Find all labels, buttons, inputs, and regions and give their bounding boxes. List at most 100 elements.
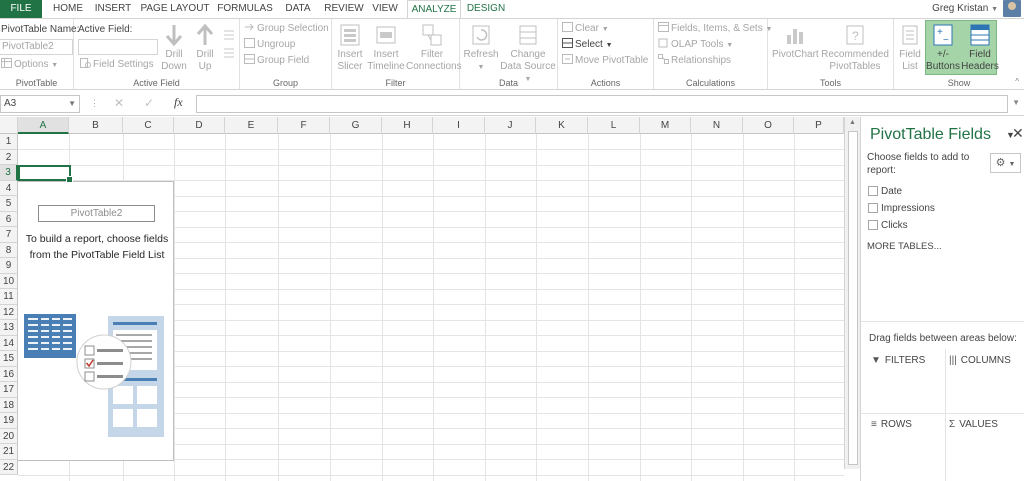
pivottable-name-input[interactable]: PivotTable2 [0,39,73,55]
select-button[interactable]: Select ▼ [562,38,613,53]
selected-cell-a3[interactable] [18,165,73,183]
column-header[interactable]: C [123,117,174,134]
tab-formulas[interactable]: FORMULAS [214,0,276,18]
row-header[interactable]: 18 [0,397,18,413]
field-clicks[interactable]: Clicks [868,219,908,232]
columns-area[interactable]: ||| COLUMNS [949,355,1011,366]
row-header[interactable]: 1 [0,134,18,150]
row-header[interactable]: 14 [0,335,18,351]
olap-tools-button[interactable]: OLAP Tools ▼ [658,38,733,53]
formula-input[interactable] [196,95,1008,113]
drill-down-button[interactable]: Drill Down [159,23,189,73]
column-header[interactable]: E [225,117,278,134]
column-header[interactable]: P [794,117,844,134]
column-header[interactable]: F [278,117,330,134]
field-checkbox[interactable] [868,220,878,230]
expand-field-icon[interactable] [222,29,236,44]
column-header[interactable]: G [330,117,382,134]
expand-formula-bar-icon[interactable]: ▼ [1012,98,1020,107]
column-header[interactable]: D [174,117,225,134]
tab-analyze[interactable]: ANALYZE [407,0,461,18]
name-box-chevron-icon[interactable]: ▼ [68,96,76,112]
row-header[interactable]: 19 [0,413,18,429]
change-data-source-button[interactable]: Change Data Source ▼ [500,23,556,86]
row-header[interactable]: 17 [0,382,18,398]
insert-timeline-button[interactable]: Insert Timeline [366,23,406,73]
ungroup-button[interactable]: Ungroup [244,38,295,52]
tab-home[interactable]: HOME [47,0,89,18]
column-header[interactable]: I [433,117,485,134]
name-box[interactable]: A3 ▼ [0,95,80,113]
drill-up-button[interactable]: Drill Up [191,23,219,73]
rows-area[interactable]: ≡ ROWS [871,419,912,430]
clear-button[interactable]: Clear ▼ [562,22,609,37]
row-header[interactable]: 4 [0,180,18,196]
column-header[interactable]: J [485,117,536,134]
row-header[interactable]: 20 [0,428,18,444]
avatar[interactable] [1003,0,1021,17]
values-area[interactable]: Σ VALUES [949,419,998,430]
fields-items-sets-button[interactable]: Fields, Items, & Sets ▼ [658,22,772,37]
tab-view[interactable]: VIEW [368,0,402,18]
row-header[interactable]: 21 [0,444,18,460]
tab-data[interactable]: DATA [280,0,316,18]
pane-divider[interactable] [861,321,1024,322]
field-settings-button[interactable]: Field Settings [80,58,154,72]
collapse-field-icon[interactable] [222,47,236,62]
field-impressions[interactable]: Impressions [868,202,935,215]
column-header[interactable]: L [588,117,640,134]
row-header[interactable]: 13 [0,320,18,336]
recommended-pivottables-button[interactable]: ? Recommended PivotTables [818,23,892,73]
row-header[interactable]: 7 [0,227,18,243]
row-header[interactable]: 5 [0,196,18,212]
column-header[interactable]: N [691,117,743,134]
move-pivottable-button[interactable]: Move PivotTable [562,54,648,68]
row-header[interactable]: 3 [0,165,18,181]
collapse-ribbon-icon[interactable]: ^ [1015,77,1019,86]
more-tables-link[interactable]: MORE TABLES... [867,241,942,252]
column-header[interactable]: M [640,117,691,134]
column-header[interactable]: O [743,117,794,134]
gear-icon[interactable]: ⚙ ▼ [990,153,1021,173]
relationships-button[interactable]: Relationships [658,54,731,68]
tab-page-layout[interactable]: PAGE LAYOUT [139,0,211,18]
row-header[interactable]: 2 [0,149,18,165]
field-date[interactable]: Date [868,185,902,198]
field-checkbox[interactable] [868,186,878,196]
enter-icon[interactable]: ✓ [144,96,154,110]
column-header[interactable]: B [69,117,123,134]
field-checkbox[interactable] [868,203,878,213]
filters-area[interactable]: ▼ FILTERS [871,355,925,366]
row-header[interactable]: 9 [0,258,18,274]
cell-area[interactable]: PivotTable2 To build a report, choose fi… [18,134,844,481]
row-header[interactable]: 11 [0,289,18,305]
pivottable-placeholder[interactable]: PivotTable2 To build a report, choose fi… [18,181,174,461]
cancel-icon[interactable]: ✕ [114,96,124,110]
row-header[interactable]: 10 [0,273,18,289]
scroll-up-icon[interactable]: ▲ [849,119,856,126]
row-header[interactable]: 8 [0,242,18,258]
close-icon[interactable]: ✕ [1012,125,1024,142]
row-header[interactable]: 22 [0,459,18,475]
column-header[interactable]: A [18,117,69,134]
insert-slicer-button[interactable]: Insert Slicer [334,23,366,73]
options-button[interactable]: Options ▼ [1,58,58,73]
row-header[interactable]: 6 [0,211,18,227]
insert-function-icon[interactable]: fx [174,95,183,110]
column-header[interactable]: H [382,117,433,134]
field-headers-toggle[interactable]: Field Headers [961,23,999,73]
refresh-button[interactable]: Refresh ▼ [462,23,500,74]
select-all-corner[interactable] [0,117,18,134]
column-header[interactable]: K [536,117,588,134]
group-selection-button[interactable]: Group Selection [244,22,329,36]
buttons-toggle[interactable]: + − +/- Buttons [925,23,961,73]
group-field-button[interactable]: Group Field [244,54,309,68]
active-field-input[interactable] [78,39,158,55]
tab-review[interactable]: REVIEW [321,0,367,18]
row-header[interactable]: 16 [0,366,18,382]
row-header[interactable]: 15 [0,351,18,367]
tab-insert[interactable]: INSERT [92,0,134,18]
user-name[interactable]: Greg Kristan ▼ [932,1,998,18]
tab-design[interactable]: DESIGN [463,0,509,18]
tab-file[interactable]: FILE [0,0,42,18]
